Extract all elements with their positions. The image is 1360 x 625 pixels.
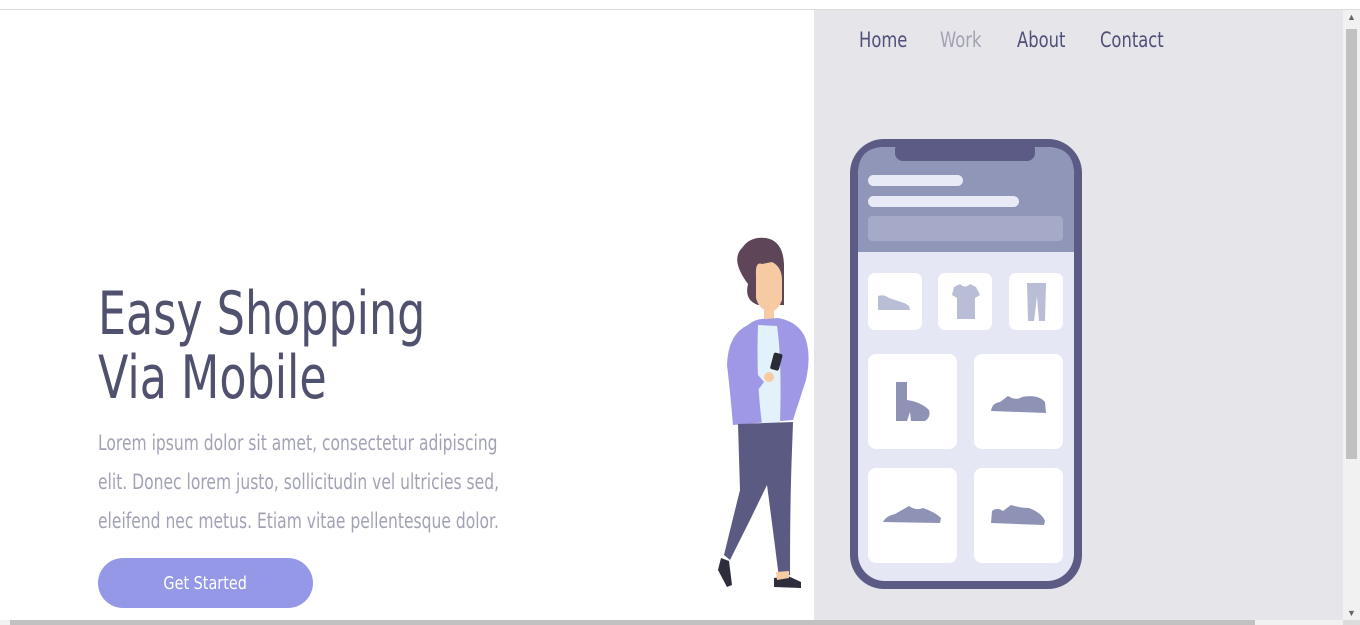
nav-work-link[interactable]: Work	[940, 28, 981, 52]
hero-description: Lorem ipsum dolor sit amet, consectetur …	[98, 431, 500, 533]
hero-title-line-2: Via Mobile	[98, 343, 327, 413]
nav-about-link[interactable]: About	[1017, 28, 1065, 52]
scroll-up-icon[interactable]: ▲	[1347, 12, 1356, 22]
woman-figure	[718, 237, 809, 588]
scrollbar-corner	[1343, 620, 1360, 625]
nav-contact-link[interactable]: Contact	[1100, 28, 1164, 52]
get-started-button[interactable]: Get Started	[98, 558, 313, 608]
hero-title-line-1: Easy Shopping	[98, 279, 426, 349]
hero-title: Easy Shopping Via Mobile	[98, 282, 425, 410]
nav-home-link[interactable]: Home	[859, 28, 907, 52]
phone-illustration	[850, 139, 1082, 589]
vertical-scrollbar[interactable]: ▲ ▼	[1343, 10, 1360, 620]
get-started-label: Get Started	[163, 572, 248, 594]
horizontal-scroll-thumb[interactable]	[10, 620, 1255, 625]
horizontal-scrollbar[interactable]	[0, 620, 1343, 625]
shopping-illustration	[718, 139, 1082, 589]
browser-top-edge	[0, 0, 1360, 10]
vertical-scroll-thumb[interactable]	[1346, 29, 1357, 459]
scroll-down-icon[interactable]: ▼	[1347, 608, 1356, 618]
